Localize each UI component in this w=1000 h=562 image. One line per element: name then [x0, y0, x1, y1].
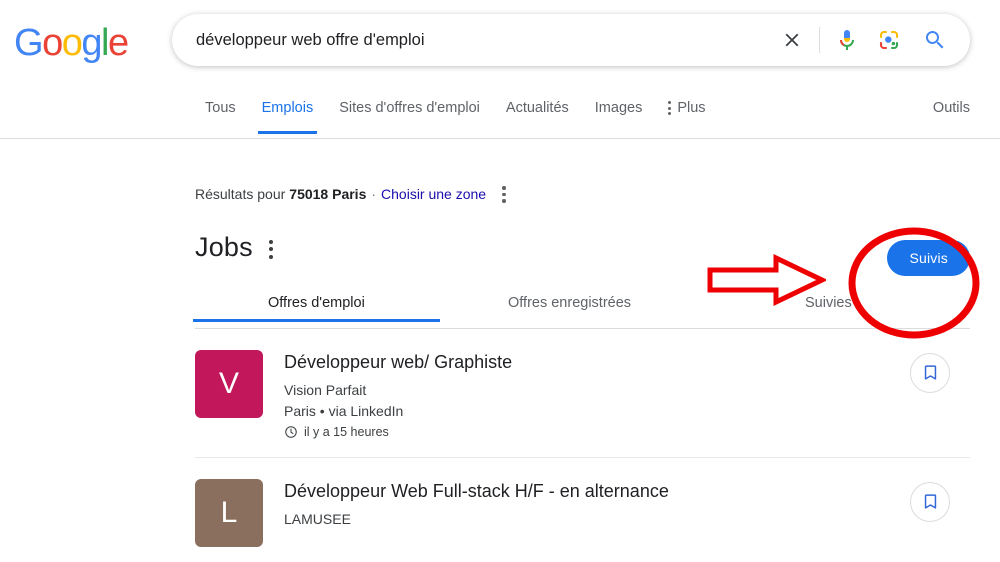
save-job-button[interactable] [910, 481, 950, 522]
location-options-kebab-icon[interactable] [502, 186, 506, 203]
tab-plus-label: Plus [677, 100, 706, 116]
save-job-button[interactable] [910, 352, 950, 393]
choose-area-link[interactable]: Choisir une zone [381, 186, 486, 202]
tab-images-label: Images [594, 100, 643, 116]
tab-tous-label: Tous [205, 100, 236, 116]
logo-letter-o2: o [61, 22, 83, 64]
tab-actualites-label: Actualités [505, 100, 569, 116]
tab-actualites[interactable]: Actualités [506, 82, 569, 116]
bookmark-icon [924, 365, 936, 380]
tab-sites-offres-label: Sites d'offres d'emploi [339, 100, 480, 116]
location-separator: · [371, 186, 377, 203]
subtab-suivies[interactable]: Suivies [805, 295, 852, 311]
company-logo: V [195, 349, 263, 418]
main-content: Résultats pour 75018 Paris · Choisir une… [0, 139, 1000, 562]
search-input[interactable] [172, 29, 775, 51]
clock-icon [285, 426, 297, 438]
subtab-offres-demploi[interactable]: Offres d'emploi [193, 294, 440, 322]
logo-letter-g: G [14, 22, 44, 64]
page-title: Jobs [195, 231, 253, 262]
subtab-suivies-label: Suivies [805, 294, 852, 311]
search-bar [172, 14, 970, 66]
tab-emplois[interactable]: Emplois [257, 82, 317, 134]
bookmark-icon [924, 494, 936, 510]
tab-sites-offres[interactable]: Sites d'offres d'emploi [339, 82, 480, 116]
job-title: Développeur Web Full-stack H/F - en alte… [284, 480, 669, 501]
subtab-offres-enregistrees[interactable]: Offres enregistrées [508, 295, 631, 311]
job-details: Développeur Web Full-stack H/F - en alte… [284, 479, 669, 527]
close-icon[interactable] [775, 23, 809, 57]
job-title: Développeur web/ Graphiste [284, 351, 513, 372]
jobs-header: Jobs [195, 232, 1000, 263]
jobs-options-kebab-icon[interactable] [268, 239, 273, 259]
subtab-offres-enregistrees-label: Offres enregistrées [508, 294, 632, 311]
logo-letter-o1: o [42, 22, 63, 64]
logo-letter-e: e [107, 22, 129, 64]
search-nav-tabs: Tous Emplois Sites d'offres d'emploi Act… [0, 82, 1000, 139]
location-place: 75018 Paris [289, 186, 367, 203]
job-posted-time: il y a 15 heures [284, 425, 512, 439]
microphone-icon[interactable] [832, 25, 862, 55]
tab-tous[interactable]: Tous [205, 82, 236, 116]
search-bar-icons [775, 23, 970, 57]
google-jobs-search-page: Google développeur web offre d'emploi To… [0, 0, 1000, 562]
google-lens-icon[interactable] [874, 25, 904, 55]
location-prefix: Résultats pour [195, 186, 286, 203]
job-list-item[interactable]: L Développeur Web Full-stack H/F - en al… [195, 458, 970, 562]
job-company: Vision Parfait [284, 381, 367, 398]
job-location-source: Paris • via LinkedIn [284, 402, 404, 419]
location-line: Résultats pour 75018 Paris · Choisir une… [195, 186, 1000, 203]
tab-emplois-label: Emplois [261, 100, 314, 116]
google-logo[interactable]: Google [14, 22, 129, 64]
follow-button[interactable]: Suivis [887, 240, 970, 276]
search-icon[interactable] [920, 25, 950, 55]
tools-button[interactable]: Outils [933, 100, 970, 116]
job-details: Développeur web/ Graphiste Vision Parfai… [284, 350, 512, 439]
company-logo: L [195, 478, 263, 547]
job-company: LAMUSEE [284, 511, 351, 528]
kebab-menu-icon [668, 101, 672, 115]
search-divider [819, 27, 820, 53]
subtab-offres-demploi-label: Offres d'emploi [268, 294, 365, 311]
tab-images[interactable]: Images [595, 82, 643, 116]
jobs-subtabs: Offres d'emploi Offres enregistrées Suiv… [193, 285, 970, 329]
job-list-item[interactable]: V Développeur web/ Graphiste Vision Parf… [195, 329, 970, 458]
page-header: Google [0, 0, 1000, 82]
tab-plus[interactable]: Plus [668, 82, 706, 116]
logo-letter-l: l [100, 22, 109, 64]
job-posted-time-label: il y a 15 heures [304, 424, 389, 439]
logo-letter-g2: g [81, 22, 102, 64]
